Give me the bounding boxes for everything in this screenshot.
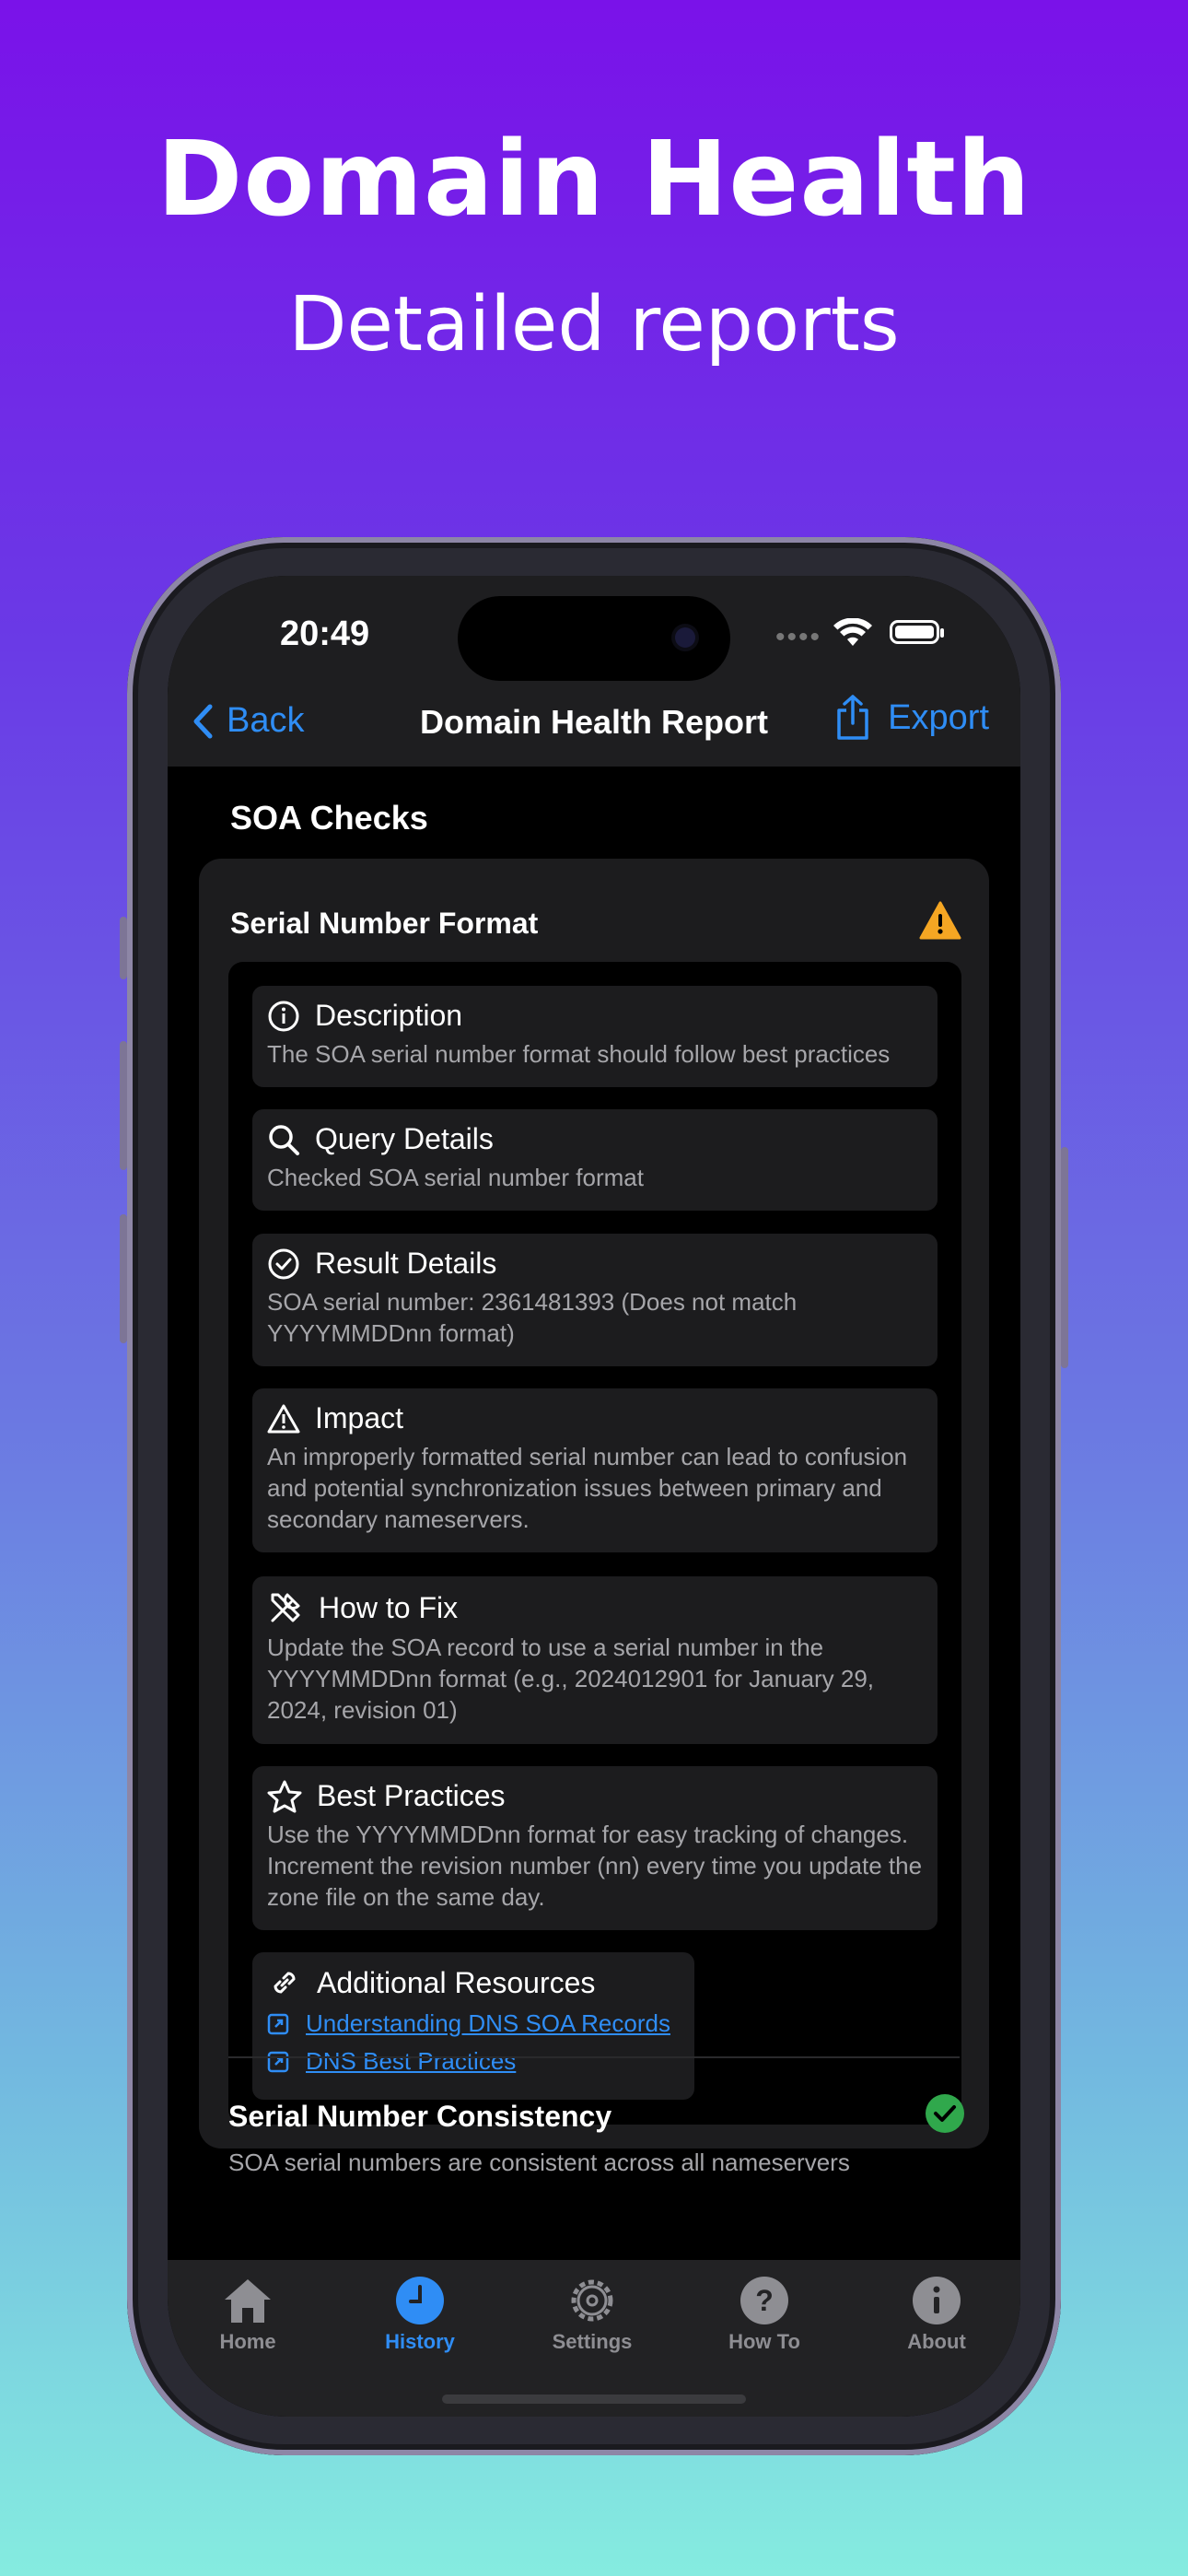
share-icon bbox=[837, 695, 868, 740]
detail-body: Update the SOA record to use a serial nu… bbox=[267, 1633, 875, 1724]
tab-how-to[interactable]: ? How To bbox=[700, 2271, 829, 2354]
status-time: 20:49 bbox=[280, 615, 370, 653]
svg-text:?: ? bbox=[755, 2284, 774, 2317]
volume-up-button bbox=[120, 1041, 127, 1170]
external-link-icon bbox=[267, 2013, 289, 2034]
section-title: SOA Checks bbox=[230, 799, 428, 837]
detail-title: Best Practices bbox=[317, 1779, 506, 1812]
battery-icon bbox=[890, 620, 944, 644]
tab-label: Home bbox=[219, 2330, 276, 2353]
export-label: Export bbox=[888, 697, 989, 737]
info-icon bbox=[268, 1001, 299, 1031]
resources-title: Additional Resources bbox=[317, 1965, 596, 1999]
wifi-icon bbox=[833, 618, 872, 646]
power-button bbox=[1061, 1147, 1068, 1368]
tab-history[interactable]: History bbox=[355, 2271, 484, 2354]
tab-settings[interactable]: Settings bbox=[528, 2271, 657, 2354]
export-button[interactable]: Export bbox=[834, 694, 989, 742]
tab-label: How To bbox=[728, 2330, 800, 2353]
report-scroll-view[interactable]: SOA Checks Serial Number Format Descript… bbox=[168, 767, 1020, 2185]
check-details-panel: Description The SOA serial number format… bbox=[228, 962, 961, 2125]
mute-switch bbox=[120, 917, 127, 979]
check-description: SOA serial numbers are consistent across… bbox=[228, 2149, 850, 2176]
detail-body: Use the YYYYMMDDnn format for easy track… bbox=[267, 1821, 923, 1911]
gear-icon bbox=[571, 2279, 613, 2322]
camera-icon bbox=[675, 627, 695, 648]
warning-icon bbox=[919, 901, 961, 940]
star-icon bbox=[267, 1780, 302, 1812]
clock-icon bbox=[396, 2277, 444, 2324]
detail-title: Impact bbox=[315, 1401, 404, 1434]
magnifier-icon bbox=[269, 1124, 299, 1155]
check-title: Serial Number Consistency bbox=[228, 2100, 612, 2133]
tab-about[interactable]: About bbox=[872, 2271, 1001, 2354]
info-circle-icon bbox=[913, 2277, 961, 2324]
detail-description: Description The SOA serial number format… bbox=[252, 986, 938, 1087]
tab-bar: Home History Settings ? How To About bbox=[168, 2260, 1020, 2417]
phone-screen: 20:49 •••• Back Domain Health Report Exp… bbox=[168, 576, 1020, 2417]
checkmark-circle-icon bbox=[268, 1248, 299, 1279]
detail-resources: Additional Resources Understanding DNS S… bbox=[252, 1952, 694, 2100]
tab-label: About bbox=[907, 2330, 966, 2353]
detail-result: Result Details SOA serial number: 236148… bbox=[252, 1234, 938, 1366]
dynamic-island bbox=[458, 596, 730, 681]
hero-title: Domain Health bbox=[157, 120, 1031, 240]
resource-link-label: Understanding DNS SOA Records bbox=[306, 2009, 670, 2037]
signal-dots-icon: •••• bbox=[775, 622, 822, 652]
home-indicator bbox=[442, 2395, 746, 2404]
detail-best-practices: Best Practices Use the YYYYMMDDnn format… bbox=[252, 1766, 938, 1930]
success-icon bbox=[926, 2094, 964, 2133]
detail-title: How to Fix bbox=[319, 1590, 459, 1624]
warning-triangle-icon bbox=[267, 1404, 300, 1433]
tab-label: Settings bbox=[552, 2330, 633, 2353]
detail-title: Description bbox=[315, 999, 463, 1032]
resource-link[interactable]: Understanding DNS SOA Records bbox=[267, 2009, 680, 2038]
resource-link-label: DNS Best Practices bbox=[306, 2047, 517, 2075]
volume-down-button bbox=[120, 1214, 127, 1343]
hero-subtitle: Detailed reports bbox=[288, 281, 900, 369]
external-link-icon bbox=[267, 2051, 289, 2072]
check-title: Serial Number Format bbox=[230, 907, 539, 940]
detail-body: An improperly formatted serial number ca… bbox=[267, 1443, 908, 1533]
detail-title: Result Details bbox=[315, 1247, 497, 1280]
tab-label: History bbox=[385, 2330, 455, 2353]
detail-title: Query Details bbox=[315, 1122, 494, 1155]
detail-impact: Impact An improperly formatted serial nu… bbox=[252, 1388, 938, 1552]
detail-body: The SOA serial number format should foll… bbox=[267, 1040, 891, 1068]
tools-icon bbox=[271, 1593, 300, 1622]
divider bbox=[228, 2056, 960, 2058]
tab-home[interactable]: Home bbox=[183, 2271, 312, 2354]
question-icon: ? bbox=[740, 2277, 788, 2324]
detail-query: Query Details Checked SOA serial number … bbox=[252, 1109, 938, 1211]
resource-link[interactable]: DNS Best Practices bbox=[267, 2047, 680, 2076]
detail-how-to-fix: How to Fix Update the SOA record to use … bbox=[252, 1576, 938, 1744]
house-icon bbox=[225, 2279, 271, 2323]
link-icon bbox=[274, 1972, 296, 1994]
detail-body: Checked SOA serial number format bbox=[267, 1164, 644, 1191]
detail-body: SOA serial number: 2361481393 (Does not … bbox=[267, 1288, 798, 1347]
check-card[interactable]: Serial Number Format Description The SOA… bbox=[199, 859, 989, 2149]
